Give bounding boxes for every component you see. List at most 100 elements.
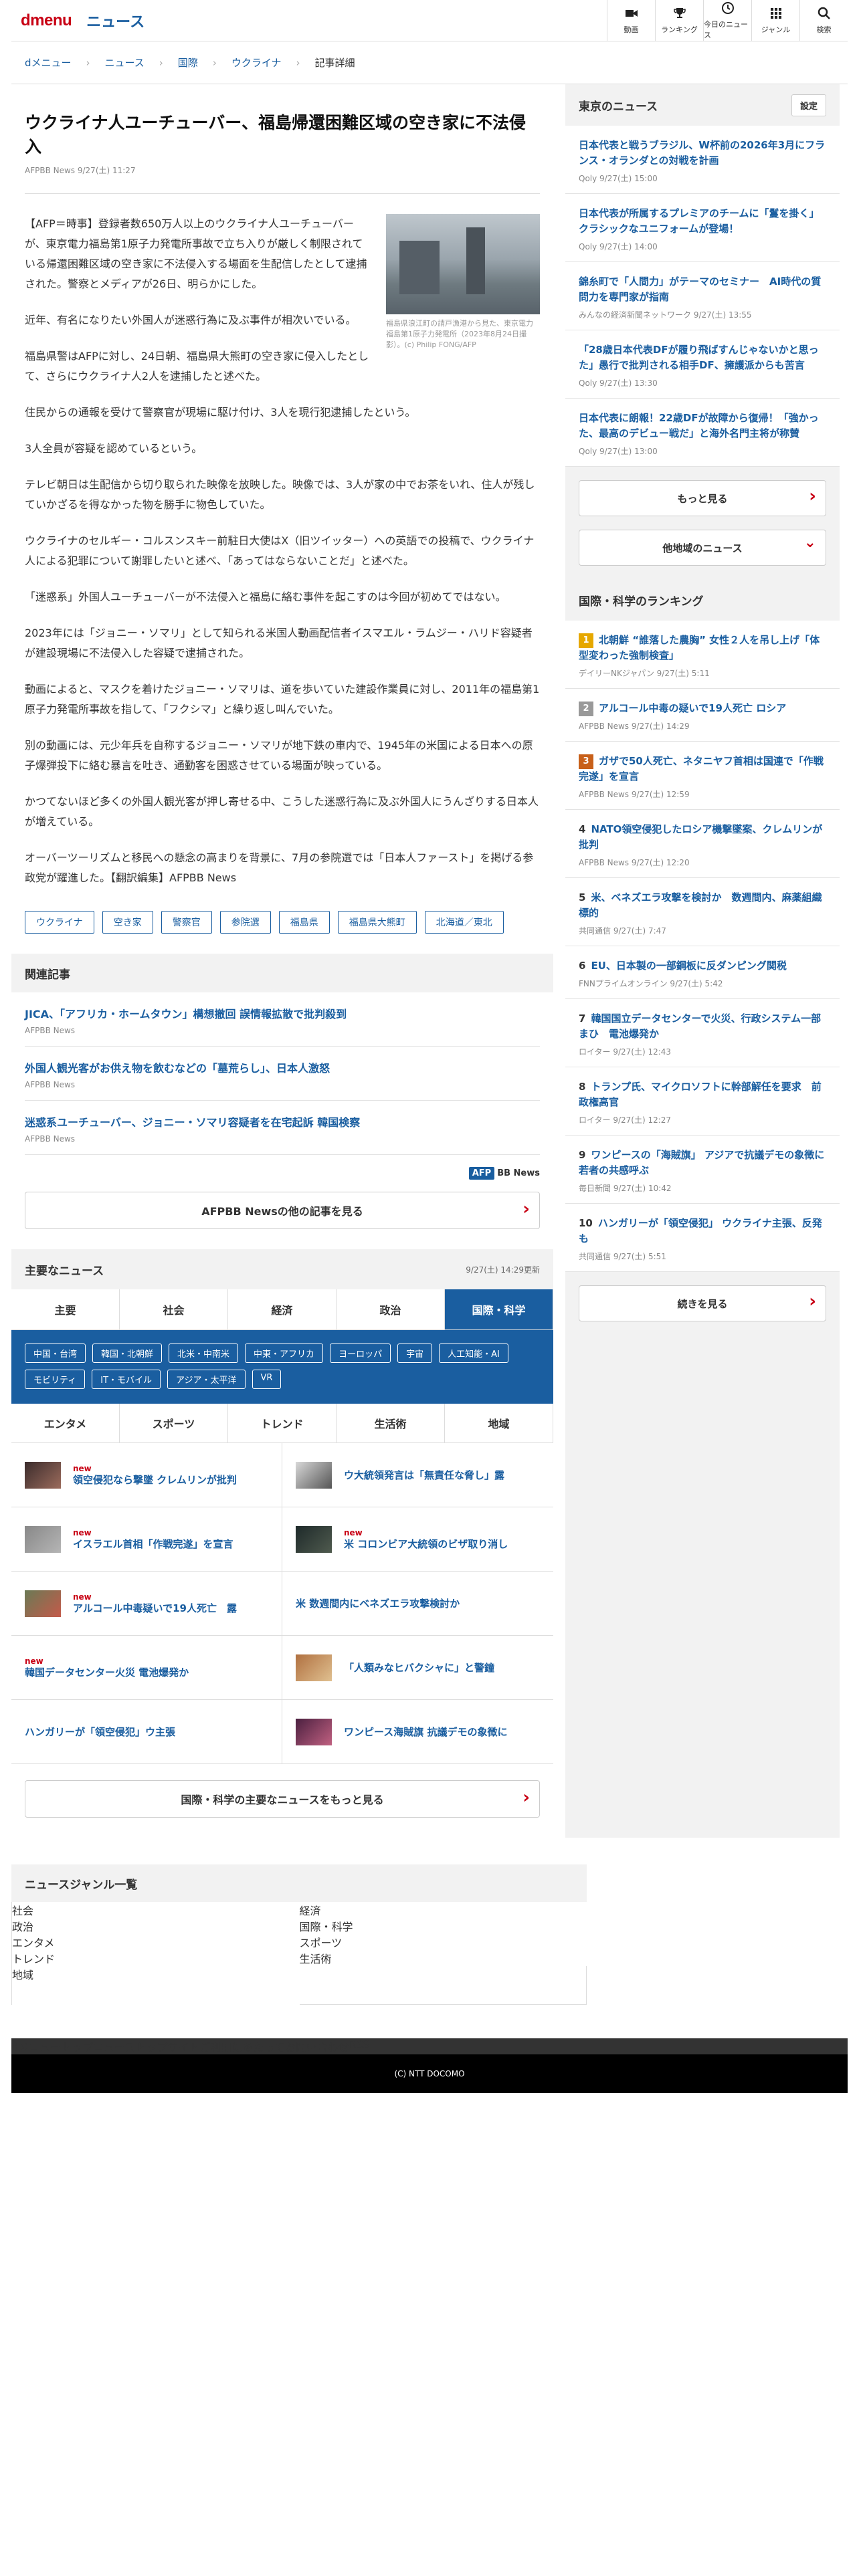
ranking-link[interactable]: 5 米、ベネズエラ攻撃を検討か 数週間内、麻薬組織標的 bbox=[579, 890, 826, 921]
ranking-link[interactable]: 2 アルコール中毒の疑いで19人死亡 ロシア bbox=[579, 701, 826, 716]
dmenu-logo[interactable]: dmenu bbox=[21, 11, 72, 30]
genre-link[interactable]: 政治 bbox=[12, 1918, 300, 1934]
chip[interactable]: アジア・太平洋 bbox=[167, 1370, 246, 1389]
news-title: new 韓国データセンター火災 電池爆発か bbox=[25, 1656, 189, 1679]
news-logo[interactable]: ニュース bbox=[86, 10, 145, 31]
chip[interactable]: 宇宙 bbox=[397, 1344, 433, 1363]
genre-link[interactable]: 地域 bbox=[12, 1966, 300, 2005]
news-cell[interactable]: ハンガリーが「領空侵犯」ウ主張 bbox=[11, 1700, 282, 1764]
breadcrumb-news[interactable]: ニュース bbox=[105, 56, 145, 70]
nav-today[interactable]: 今日のニュース bbox=[703, 0, 751, 41]
article-figure[interactable]: 福島県浪江町の請戸漁港から見た、東京電力福島第1原子力発電所（2023年8月24… bbox=[386, 214, 540, 350]
tag[interactable]: 北海道／東北 bbox=[424, 911, 504, 934]
genre-link[interactable]: スポーツ bbox=[300, 1934, 587, 1950]
nav-video[interactable]: 動画 bbox=[607, 0, 655, 41]
chip[interactable]: 北米・中南米 bbox=[169, 1344, 239, 1363]
chip[interactable]: VR bbox=[252, 1370, 282, 1389]
footer-contact[interactable]: お問い合わせ bbox=[285, 2038, 349, 2054]
chip[interactable]: 中国・台湾 bbox=[25, 1344, 86, 1363]
ranking-link[interactable]: 6 EU、日本製の一部鋼板に反ダンピング関税 bbox=[579, 958, 826, 974]
local-news-link[interactable]: 「28歳日本代表DFが履り飛ばすんじゃないかと思った」愚行で批判される相手DF、… bbox=[579, 342, 826, 373]
genre-link[interactable]: トレンド bbox=[12, 1950, 300, 1966]
news-headline: イスラエル首相「作戦完遂」を宣言 bbox=[73, 1537, 233, 1550]
nav-search[interactable]: 検索 bbox=[799, 0, 848, 41]
ranking-link[interactable]: 4 NATO領空侵犯したロシア機撃墜案、クレムリンが批判 bbox=[579, 822, 826, 853]
ranking-title-text: ワンピースの「海賊旗」 アジアで抗議デモの象徴に 若者の共感呼ぶ bbox=[579, 1149, 835, 1176]
news-headline: 米 コロンビア大統領のビザ取り消し bbox=[344, 1537, 508, 1550]
main-news-more-button[interactable]: 国際・科学の主要なニュースをもっと見る bbox=[25, 1780, 540, 1818]
genre-link[interactable]: 国際・科学 bbox=[300, 1918, 587, 1934]
related-link[interactable]: 迷惑系ユーチューバー、ジョニー・ソマリ容疑者を在宅起訴 韓国検察 bbox=[25, 1115, 540, 1130]
nav-ranking[interactable]: ランキング bbox=[655, 0, 703, 41]
news-cell[interactable]: 米 数週間内にベネズエラ攻撃検討か bbox=[282, 1572, 553, 1636]
chip[interactable]: ヨーロッパ bbox=[330, 1344, 391, 1363]
genre-link[interactable]: 経済 bbox=[300, 1902, 587, 1918]
nav-genre[interactable]: ジャンル bbox=[751, 0, 799, 41]
tab-international-science[interactable]: 国際・科学 bbox=[445, 1289, 553, 1329]
ranking-link[interactable]: 8 トランプ氏、マイクロソフトに幹部解任を要求 前政権高官 bbox=[579, 1079, 826, 1110]
local-news-link[interactable]: 日本代表が所属するプレミアのチームに「鬘を掛く」クラシックなユニフォームが登場！ bbox=[579, 206, 826, 237]
local-news-link[interactable]: 日本代表に朗報！22歳DFが故障から復帰！「強かった、最高のデビュー戦だ」と海外… bbox=[579, 411, 826, 441]
breadcrumb-international[interactable]: 国際 bbox=[178, 56, 198, 70]
afpbb-more-button[interactable]: AFPBB Newsの他の記事を見る bbox=[25, 1192, 540, 1229]
genre-link[interactable]: 生活術 bbox=[300, 1950, 587, 1966]
new-badge: new bbox=[73, 1592, 92, 1602]
related-link[interactable]: 外国人観光客がお供え物を飲むなどの「墓荒らし」、日本人激怒 bbox=[25, 1061, 540, 1076]
tag[interactable]: ウクライナ bbox=[25, 911, 94, 934]
news-cell[interactable]: 「人類みなヒバクシャに」と警鐘 bbox=[282, 1636, 553, 1700]
news-cell[interactable]: new イスラエル首相「作戦完遂」を宣言 bbox=[11, 1507, 282, 1572]
chip[interactable]: IT・モバイル bbox=[92, 1370, 161, 1389]
ranking-title-text: ガザで50人死亡、ネタニヤフ首相は国連で「作戦完遂」を宣言 bbox=[579, 755, 824, 782]
ranking-link[interactable]: 9 ワンピースの「海賊旗」 アジアで抗議デモの象徴に 若者の共感呼ぶ bbox=[579, 1148, 834, 1178]
article-photo[interactable] bbox=[386, 214, 540, 314]
news-cell[interactable]: new 米 コロンビア大統領のビザ取り消し bbox=[282, 1507, 553, 1572]
footer-dmenu-top[interactable]: dメニュートップ bbox=[11, 2038, 93, 2054]
footer-news-top[interactable]: ニューストップ bbox=[93, 2038, 167, 2054]
genre-link[interactable]: エンタメ bbox=[12, 1934, 300, 1950]
tab-entertainment[interactable]: エンタメ bbox=[11, 1404, 120, 1442]
local-news-link[interactable]: 日本代表と戦うブラジル、W杯前の2026年3月にフランス・オランダとの対戦を計画 bbox=[579, 138, 826, 169]
tab-region[interactable]: 地域 bbox=[445, 1404, 553, 1442]
related-link[interactable]: JICA、「アフリカ・ホームタウン」構想撤回 誤情報拡散で批判殺到 bbox=[25, 1007, 540, 1022]
news-cell[interactable]: ウ大統領発言は「無責任な脅し」露 bbox=[282, 1443, 553, 1507]
settings-button[interactable]: 設定 bbox=[791, 94, 826, 116]
footer-terms[interactable]: サイトご利用にあたって bbox=[167, 2038, 284, 2054]
news-cell[interactable]: new 韓国データセンター火災 電池爆発か bbox=[11, 1636, 282, 1700]
tab-trend[interactable]: トレンド bbox=[228, 1404, 337, 1442]
breadcrumb-dmenu[interactable]: dメニュー bbox=[25, 56, 72, 70]
ranking-more-button[interactable]: 続きを見る bbox=[579, 1285, 826, 1321]
news-headline: ウ大統領発言は「無責任な脅し」露 bbox=[344, 1469, 505, 1481]
ranking-link[interactable]: 3 ガザで50人死亡、ネタニヤフ首相は国連で「作戦完遂」を宣言 bbox=[579, 754, 826, 784]
tab-society[interactable]: 社会 bbox=[120, 1289, 228, 1329]
news-headline: ワンピース海賊旗 抗議デモの象徴に bbox=[344, 1725, 508, 1738]
ranking-link[interactable]: 7 韓国国立データセンターで火災、行政システム一部まひ 電池爆発か bbox=[579, 1011, 826, 1042]
tag[interactable]: 空き家 bbox=[102, 911, 153, 934]
tab-economy[interactable]: 経済 bbox=[228, 1289, 337, 1329]
news-cell[interactable]: new 領空侵犯なら撃墜 クレムリンが批判 bbox=[11, 1443, 282, 1507]
chip[interactable]: 人工知能・AI bbox=[439, 1344, 508, 1363]
local-more-button[interactable]: もっと見る bbox=[579, 480, 826, 516]
news-cell[interactable]: new アルコール中毒疑いで19人死亡 露 bbox=[11, 1572, 282, 1636]
chip[interactable]: 韓国・北朝鮮 bbox=[92, 1344, 163, 1363]
chip[interactable]: モビリティ bbox=[25, 1370, 86, 1389]
tab-politics[interactable]: 政治 bbox=[337, 1289, 445, 1329]
ranking-title-text: トランプ氏、マイクロソフトに幹部解任を要求 前政権高官 bbox=[579, 1081, 822, 1108]
tab-main[interactable]: 主要 bbox=[11, 1289, 120, 1329]
local-news-link[interactable]: 錦糸町で「人間力」がテーマのセミナー AI時代の質問力を専門家が指南 bbox=[579, 274, 826, 305]
chip[interactable]: 中東・アフリカ bbox=[245, 1344, 324, 1363]
news-cell[interactable]: ワンピース海賊旗 抗議デモの象徴に bbox=[282, 1700, 553, 1764]
genre-link[interactable]: 社会 bbox=[12, 1902, 300, 1918]
tag[interactable]: 警察官 bbox=[161, 911, 212, 934]
paragraph: 福島県警はAFPに対し、24日朝、福島県大熊町の空き家に侵入したとして、さらにウ… bbox=[25, 350, 369, 383]
tag[interactable]: 福島県大熊町 bbox=[337, 911, 417, 934]
logo[interactable]: dmenu ニュース bbox=[21, 10, 145, 31]
tag[interactable]: 参院選 bbox=[219, 911, 271, 934]
breadcrumb-ukraine[interactable]: ウクライナ bbox=[231, 56, 282, 70]
tab-life[interactable]: 生活術 bbox=[337, 1404, 445, 1442]
ranking-link[interactable]: 10 ハンガリーが「領空侵犯」 ウクライナ主張、反発も bbox=[579, 1216, 826, 1247]
tab-sports[interactable]: スポーツ bbox=[120, 1404, 228, 1442]
footer-rss[interactable]: RSS bbox=[349, 2038, 370, 2054]
tag[interactable]: 福島県 bbox=[278, 911, 330, 934]
other-region-button[interactable]: 他地域のニュース bbox=[579, 530, 826, 566]
ranking-link[interactable]: 1 北朝鮮 “誰落した農胸” 女性２人を吊し上げ「体型変わった強制検査」 bbox=[579, 633, 826, 663]
